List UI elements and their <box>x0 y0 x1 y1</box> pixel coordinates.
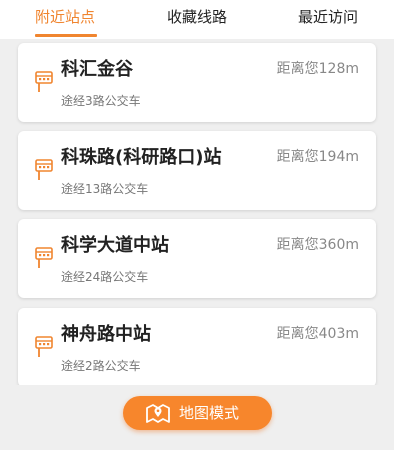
station-routes: 途经13路公交车 <box>61 182 149 196</box>
tab-favorite-routes[interactable]: 收藏线路 <box>167 7 227 27</box>
station-routes: 途经3路公交车 <box>61 94 141 108</box>
bus-stop-icon <box>35 247 53 268</box>
station-card[interactable]: 神舟路中站 途经2路公交车 距离您403m <box>18 308 376 387</box>
station-name: 科汇金谷 <box>61 59 133 80</box>
station-card[interactable]: 科珠路(科研路口)站 途经13路公交车 距离您194m <box>18 131 376 210</box>
station-card[interactable]: 科学大道中站 途经24路公交车 距离您360m <box>18 219 376 298</box>
station-distance: 距离您128m <box>276 61 359 77</box>
station-routes: 途经24路公交车 <box>61 270 149 284</box>
tab-bar: 附近站点 收藏线路 最近访问 <box>0 0 394 39</box>
station-name: 科珠路(科研路口)站 <box>61 147 222 168</box>
station-card[interactable]: 科汇金谷 途经3路公交车 距离您128m <box>18 43 376 122</box>
map-mode-button[interactable]: 地图模式 <box>123 396 272 430</box>
station-distance: 距离您194m <box>276 149 359 165</box>
station-name: 科学大道中站 <box>61 235 169 256</box>
bus-stop-icon <box>35 71 53 92</box>
station-distance: 距离您360m <box>276 237 359 253</box>
bus-stop-icon <box>35 159 53 180</box>
bus-stop-icon <box>35 336 53 357</box>
tab-nearby-stops[interactable]: 附近站点 <box>35 7 95 27</box>
map-pin-icon <box>146 404 170 423</box>
active-tab-indicator <box>35 34 97 37</box>
station-name: 神舟路中站 <box>61 324 151 345</box>
station-routes: 途经2路公交车 <box>61 359 141 373</box>
map-mode-label: 地图模式 <box>179 404 240 422</box>
station-distance: 距离您403m <box>276 326 359 342</box>
tab-recent-visits[interactable]: 最近访问 <box>298 7 358 27</box>
